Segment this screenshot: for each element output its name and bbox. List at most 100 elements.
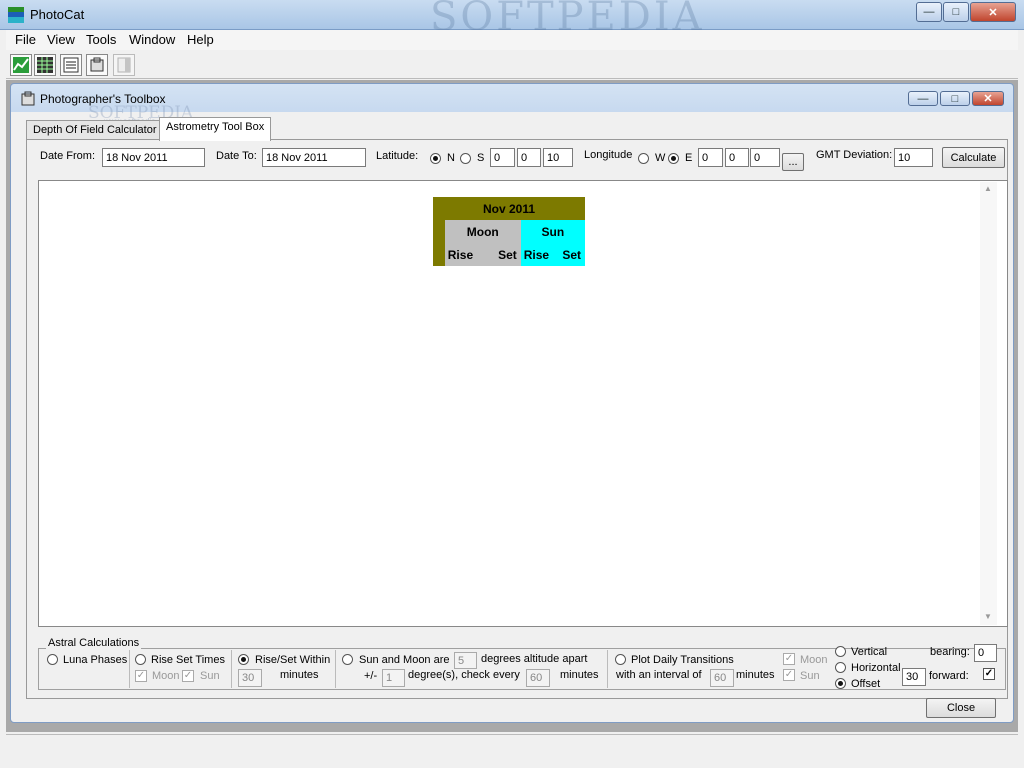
calculate-button[interactable]: Calculate xyxy=(942,147,1005,168)
menu-tools[interactable]: Tools xyxy=(86,32,116,47)
menu-window[interactable]: Window xyxy=(129,32,175,47)
tab-astrometry[interactable]: Astrometry Tool Box xyxy=(159,117,272,141)
gmt-deviation-field[interactable] xyxy=(894,148,933,167)
date-to-field[interactable] xyxy=(262,148,366,167)
rise-set-times-radio[interactable] xyxy=(135,654,146,665)
rise-set-within-radio[interactable] xyxy=(238,654,249,665)
date-from-label: Date From: xyxy=(40,150,96,162)
plot-sun-checkbox[interactable]: ✓ xyxy=(783,669,795,681)
gmt-deviation-label: GMT Deviation: xyxy=(816,149,893,161)
latitude-seconds-field[interactable] xyxy=(543,148,573,167)
plus-minus-label: +/- xyxy=(364,670,378,682)
astral-calculations-title: Astral Calculations xyxy=(46,637,142,649)
plot-moon-checkbox[interactable]: ✓ xyxy=(783,653,795,665)
degrees-apart-label: degrees altitude apart xyxy=(481,653,588,665)
rise-set-sun-label: Sun xyxy=(200,670,220,682)
rise-set-sun-checkbox[interactable]: ✓ xyxy=(182,670,194,682)
sun-set-header: Set xyxy=(557,243,585,266)
tab-depth-of-field[interactable]: Depth Of Field Calculator xyxy=(26,120,164,140)
longitude-west-label: W xyxy=(655,152,666,164)
horizontal-label: Horizontal xyxy=(851,662,901,674)
tolerance-field[interactable] xyxy=(382,669,405,687)
rise-set-within-minutes-label: minutes xyxy=(280,669,319,681)
interval-minutes-label: minutes xyxy=(736,669,775,681)
check-every-label: degree(s), check every xyxy=(408,669,520,681)
latitude-label: Latitude: xyxy=(376,150,419,162)
results-scrollbar[interactable]: ▲ ▼ xyxy=(980,182,997,625)
close-button[interactable]: Close xyxy=(926,698,996,718)
grid-icon[interactable] xyxy=(34,54,56,76)
scroll-up-icon[interactable]: ▲ xyxy=(984,184,992,193)
moon-rise-header: Rise xyxy=(444,243,486,266)
child-minimize-button[interactable]: — xyxy=(908,91,938,106)
menu-help[interactable]: Help xyxy=(187,32,214,47)
forward-label: forward: xyxy=(929,670,969,682)
interval-label: with an interval of xyxy=(616,669,702,681)
sun-rise-header: Rise xyxy=(520,243,558,266)
longitude-label: Longitude xyxy=(584,149,633,161)
check-every-field[interactable] xyxy=(526,669,550,687)
toolbar xyxy=(6,51,1018,79)
chart-icon[interactable] xyxy=(10,54,32,76)
latitude-north-radio[interactable] xyxy=(430,153,441,164)
longitude-west-radio[interactable] xyxy=(638,153,649,164)
toolbox-icon[interactable] xyxy=(86,54,108,76)
child-maximize-button[interactable]: □ xyxy=(940,91,970,106)
latitude-south-label: S xyxy=(477,152,485,164)
latitude-north-label: N xyxy=(447,152,455,164)
rise-set-times-label: Rise Set Times xyxy=(151,654,225,666)
toolbox-icon xyxy=(20,91,36,110)
luna-phases-radio[interactable] xyxy=(47,654,58,665)
sun-moon-apart-label: Sun and Moon are xyxy=(359,654,450,666)
rise-set-table: Nov 2011 Moon Sun Rise Set Rise Set xyxy=(433,197,585,266)
maximize-button[interactable]: □ xyxy=(943,2,969,22)
rise-set-within-field[interactable] xyxy=(238,669,262,687)
latitude-degrees-field[interactable] xyxy=(490,148,515,167)
minimize-button[interactable]: — xyxy=(916,2,942,22)
plot-moon-label: Moon xyxy=(800,654,828,666)
forward-checkbox[interactable]: ✓ xyxy=(983,668,995,680)
rise-set-moon-label: Moon xyxy=(152,670,180,682)
rise-set-within-label: Rise/Set Within xyxy=(255,654,331,666)
interval-field[interactable] xyxy=(710,669,734,687)
plot-transitions-radio[interactable] xyxy=(615,654,626,665)
child-close-button[interactable]: ✕ xyxy=(972,91,1004,106)
vertical-radio[interactable] xyxy=(835,646,846,657)
location-browse-button[interactable]: ... xyxy=(782,153,804,171)
menu-file[interactable]: File xyxy=(15,32,36,47)
offset-field[interactable] xyxy=(902,668,926,686)
status-bar xyxy=(6,734,1018,762)
moon-set-header: Set xyxy=(485,243,521,266)
month-header: Nov 2011 xyxy=(433,197,585,220)
vertical-label: Vertical xyxy=(851,646,888,658)
sun-moon-apart-radio[interactable] xyxy=(342,654,353,665)
separator xyxy=(607,650,608,688)
list-icon[interactable] xyxy=(60,54,82,76)
close-window-button[interactable]: ✕ xyxy=(970,2,1016,22)
app-title: PhotoCat xyxy=(30,7,85,22)
luna-phases-label: Luna Phases xyxy=(63,654,128,666)
app-icon xyxy=(7,6,25,24)
latitude-minutes-field[interactable] xyxy=(517,148,541,167)
scroll-down-icon[interactable]: ▼ xyxy=(984,612,992,621)
longitude-seconds-field[interactable] xyxy=(750,148,780,167)
date-from-field[interactable] xyxy=(102,148,205,167)
offset-radio[interactable] xyxy=(835,678,846,689)
latitude-south-radio[interactable] xyxy=(460,153,471,164)
date-to-label: Date To: xyxy=(216,150,257,162)
sun-moon-degrees-field[interactable] xyxy=(454,652,477,669)
longitude-east-radio[interactable] xyxy=(668,153,679,164)
plot-transitions-label: Plot Daily Transitions xyxy=(631,654,734,666)
rise-set-moon-checkbox[interactable]: ✓ xyxy=(135,670,147,682)
check-every-minutes-label: minutes xyxy=(560,669,599,681)
plot-sun-label: Sun xyxy=(800,670,820,682)
longitude-degrees-field[interactable] xyxy=(698,148,723,167)
bearing-field[interactable] xyxy=(974,644,997,662)
moon-header: Moon xyxy=(444,220,521,243)
separator xyxy=(335,650,336,688)
bearing-label: bearing: xyxy=(930,646,970,658)
document-icon[interactable] xyxy=(113,54,135,76)
horizontal-radio[interactable] xyxy=(835,662,846,673)
menu-view[interactable]: View xyxy=(47,32,75,47)
longitude-minutes-field[interactable] xyxy=(725,148,749,167)
